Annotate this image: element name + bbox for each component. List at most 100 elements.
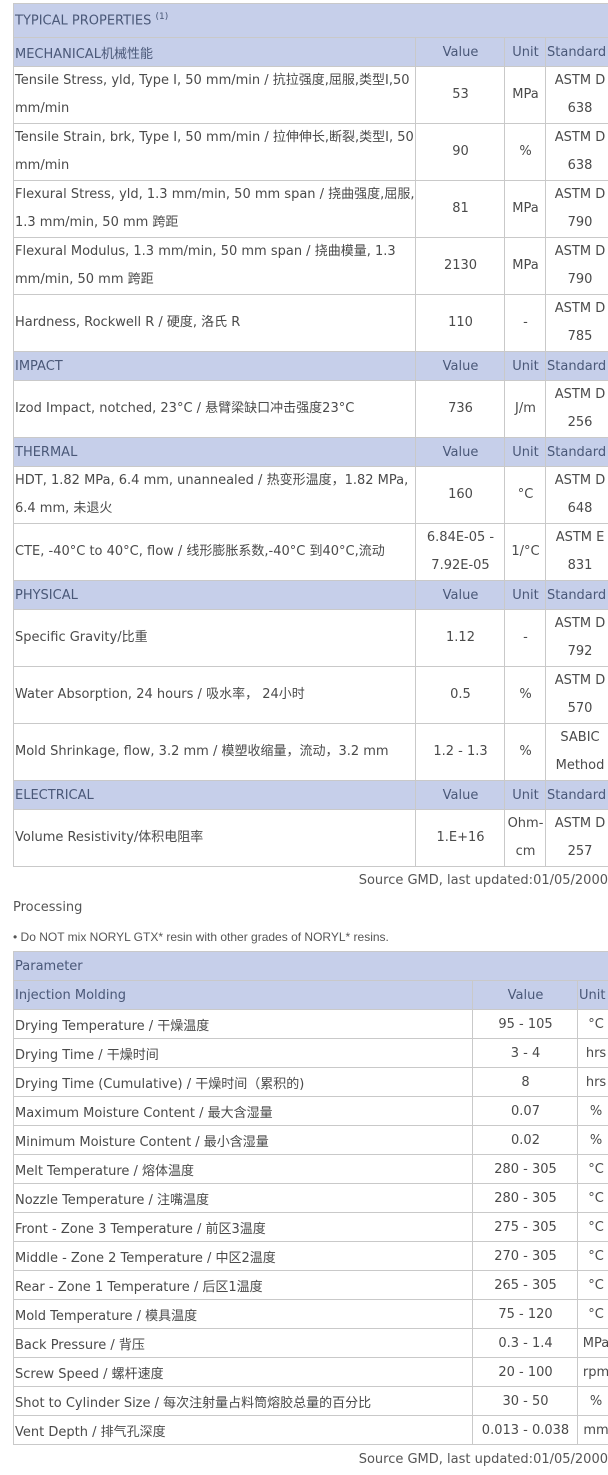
parameter-name: Minimum Moisture Content / 最小含湿量 — [13, 1125, 473, 1155]
table-row: Front - Zone 3 Temperature / 前区3温度 275 - … — [13, 1212, 608, 1242]
parameter-unit: mm — [576, 1415, 608, 1445]
properties-title-cell: TYPICAL PROPERTIES (1) — [12, 3, 608, 38]
property-name: Flexural Modulus, 1.3 mm/min, 50 mm span… — [13, 237, 416, 295]
table-row: Vent Depth / 排气孔深度 0.013 - 0.038 mm — [13, 1415, 608, 1445]
parameter-unit: °C — [576, 1270, 608, 1300]
parameter-value: 0.013 - 0.038 — [472, 1415, 578, 1445]
col-value-header: Value — [415, 580, 505, 610]
parameter-unit: °C — [576, 1299, 608, 1329]
col-value-header: Value — [415, 37, 505, 67]
property-name: Mold Shrinkage, flow, 3.2 mm / 模塑收缩量，流动，… — [13, 723, 416, 781]
table-row: Mold Temperature / 模具温度 75 - 120 °C — [13, 1299, 608, 1329]
property-standard: ASTM D 648 — [544, 466, 608, 524]
section-header-row: IMPACT Value Unit Standard — [13, 351, 608, 381]
standard-line: ASTM D — [554, 473, 606, 488]
property-value: 6.84E-05 - 7.92E-05 — [415, 523, 505, 581]
table-row: Middle - Zone 2 Temperature / 中区2温度 270 -… — [13, 1241, 608, 1271]
table-row: Minimum Moisture Content / 最小含湿量 0.02% — [13, 1125, 608, 1155]
col-unit-header: Unit — [504, 780, 546, 810]
standard-line: 256 — [567, 415, 593, 430]
property-unit: J/m — [504, 380, 546, 438]
property-unit: % — [504, 723, 546, 781]
standard-line: 790 — [567, 272, 593, 287]
property-value: 0.5 — [415, 666, 505, 724]
table-row: Nozzle Temperature / 注嘴温度 280 - 305 °C — [13, 1183, 608, 1213]
property-value: 90 — [415, 123, 505, 181]
property-value: 1.E+16 — [415, 809, 505, 867]
table-row: Water Absorption, 24 hours / 吸水率， 24小时 0.… — [13, 666, 608, 724]
parameter-unit: °C — [576, 1009, 608, 1039]
parameter-name: Screw Speed / 螺杆速度 — [13, 1357, 473, 1387]
parameter-unit: hrs — [576, 1038, 608, 1068]
typical-properties-table: TYPICAL PROPERTIES (1) MECHANICAL机械性能 Valu… — [12, 3, 608, 867]
parameter-value: 0.3 - 1.4 — [472, 1328, 578, 1358]
property-value: 81 — [415, 180, 505, 238]
parameter-unit: °C — [576, 1212, 608, 1242]
section-name: ELECTRICAL — [13, 780, 416, 810]
property-value: 736 — [415, 380, 505, 438]
parameter-name: Rear - Zone 1 Temperature / 后区1温度 — [13, 1270, 473, 1300]
parameter-name: Shot to Cylinder Size / 每次注射量占料筒熔胶总量的百分比 — [13, 1386, 473, 1416]
property-name: Hardness, Rockwell R / 硬度, 洛氏 R — [13, 294, 416, 352]
parameter-header: Parameter — [12, 951, 608, 981]
standard-line: ASTM E — [555, 530, 605, 545]
standard-line: Method — [555, 758, 605, 773]
table-row: Rear - Zone 1 Temperature / 后区1温度 265 - 3… — [13, 1270, 608, 1300]
section-name: THERMAL — [13, 437, 416, 467]
property-value: 160 — [415, 466, 505, 524]
parameter-value: 275 - 305 — [472, 1212, 578, 1242]
parameter-unit: MPa — [576, 1328, 608, 1358]
table-row: Flexural Modulus, 1.3 mm/min, 50 mm span… — [13, 237, 608, 295]
section-name: IMPACT — [13, 351, 416, 381]
property-unit: Ohm-cm — [504, 809, 546, 867]
standard-line: 638 — [567, 158, 593, 173]
col-unit-header: Unit — [576, 980, 608, 1010]
property-unit: MPa — [504, 180, 546, 238]
table-row: Shot to Cylinder Size / 每次注射量占料筒熔胶总量的百分比… — [13, 1386, 608, 1416]
property-name: Tensile Stress, yld, Type I, 50 mm/min /… — [13, 66, 416, 124]
parameter-value: 0.02 — [472, 1125, 578, 1155]
property-unit: - — [504, 294, 546, 352]
table-row: Melt Temperature / 熔体温度 280 - 305 °C — [13, 1154, 608, 1184]
standard-line: SABIC — [560, 730, 600, 745]
table-row: Maximum Moisture Content / 最大含湿量 0.07% — [13, 1096, 608, 1126]
property-standard: ASTM D 638 — [544, 123, 608, 181]
property-standard: ASTM D 790 — [544, 237, 608, 295]
processing-table: Parameter Injection Molding Value Unit Dryin… — [12, 951, 608, 1445]
property-unit: % — [504, 666, 546, 724]
property-standard: ASTM D 785 — [544, 294, 608, 352]
processing-heading: Processing — [13, 900, 83, 915]
property-value: 53 — [415, 66, 505, 124]
parameter-name: Middle - Zone 2 Temperature / 中区2温度 — [13, 1241, 473, 1271]
parameter-unit: % — [576, 1096, 608, 1126]
parameter-value: 280 - 305 — [472, 1183, 578, 1213]
table-row: Hardness, Rockwell R / 硬度, 洛氏 R 110- ASTM … — [13, 294, 608, 352]
properties-title: TYPICAL PROPERTIES — [15, 13, 152, 29]
table-row: Back Pressure / 背压 0.3 - 1.4 MPa — [13, 1328, 608, 1358]
parameter-unit: % — [576, 1125, 608, 1155]
parameter-unit: rpm — [576, 1357, 608, 1387]
table-row: Tensile Stress, yld, Type I, 50 mm/min /… — [13, 66, 608, 124]
standard-line: ASTM D — [554, 616, 606, 631]
standard-line: ASTM D — [554, 73, 606, 88]
property-value: 1.2 - 1.3 — [415, 723, 505, 781]
table-row: CTE, -40°C to 40°C, flow / 线形膨胀系数,-40°C … — [13, 523, 608, 581]
property-name: Flexural Stress, yld, 1.3 mm/min, 50 mm … — [13, 180, 416, 238]
table-row: HDT, 1.82 MPa, 6.4 mm, unannealed / 热变形温… — [13, 466, 608, 524]
col-standard-header: Standard — [544, 37, 608, 67]
property-value: 2130 — [415, 237, 505, 295]
parameter-unit: °C — [576, 1241, 608, 1271]
standard-line: ASTM D — [554, 187, 606, 202]
table-row: Drying Time / 干燥时间 3 - 4 hrs — [13, 1038, 608, 1068]
property-unit: 1/°C — [504, 523, 546, 581]
col-standard-header: Standard — [544, 580, 608, 610]
parameter-value: 3 - 4 — [472, 1038, 578, 1068]
property-unit: °C — [504, 466, 546, 524]
table-row: Volume Resistivity/体积电阻率 1.E+16 Ohm-cm ASTM… — [13, 809, 608, 867]
processing-source-note: Source GMD, last updated:01/05/2000 — [358, 1452, 608, 1467]
parameter-value: 75 - 120 — [472, 1299, 578, 1329]
table-row: Drying Time (Cumulative) / 干燥时间（累积的) 8 hrs — [13, 1067, 608, 1097]
property-standard: ASTM E 831 — [544, 523, 608, 581]
property-name: Izod Impact, notched, 23°C / 悬臂梁缺口冲击强度23… — [13, 380, 416, 438]
parameter-value: 95 - 105 — [472, 1009, 578, 1039]
